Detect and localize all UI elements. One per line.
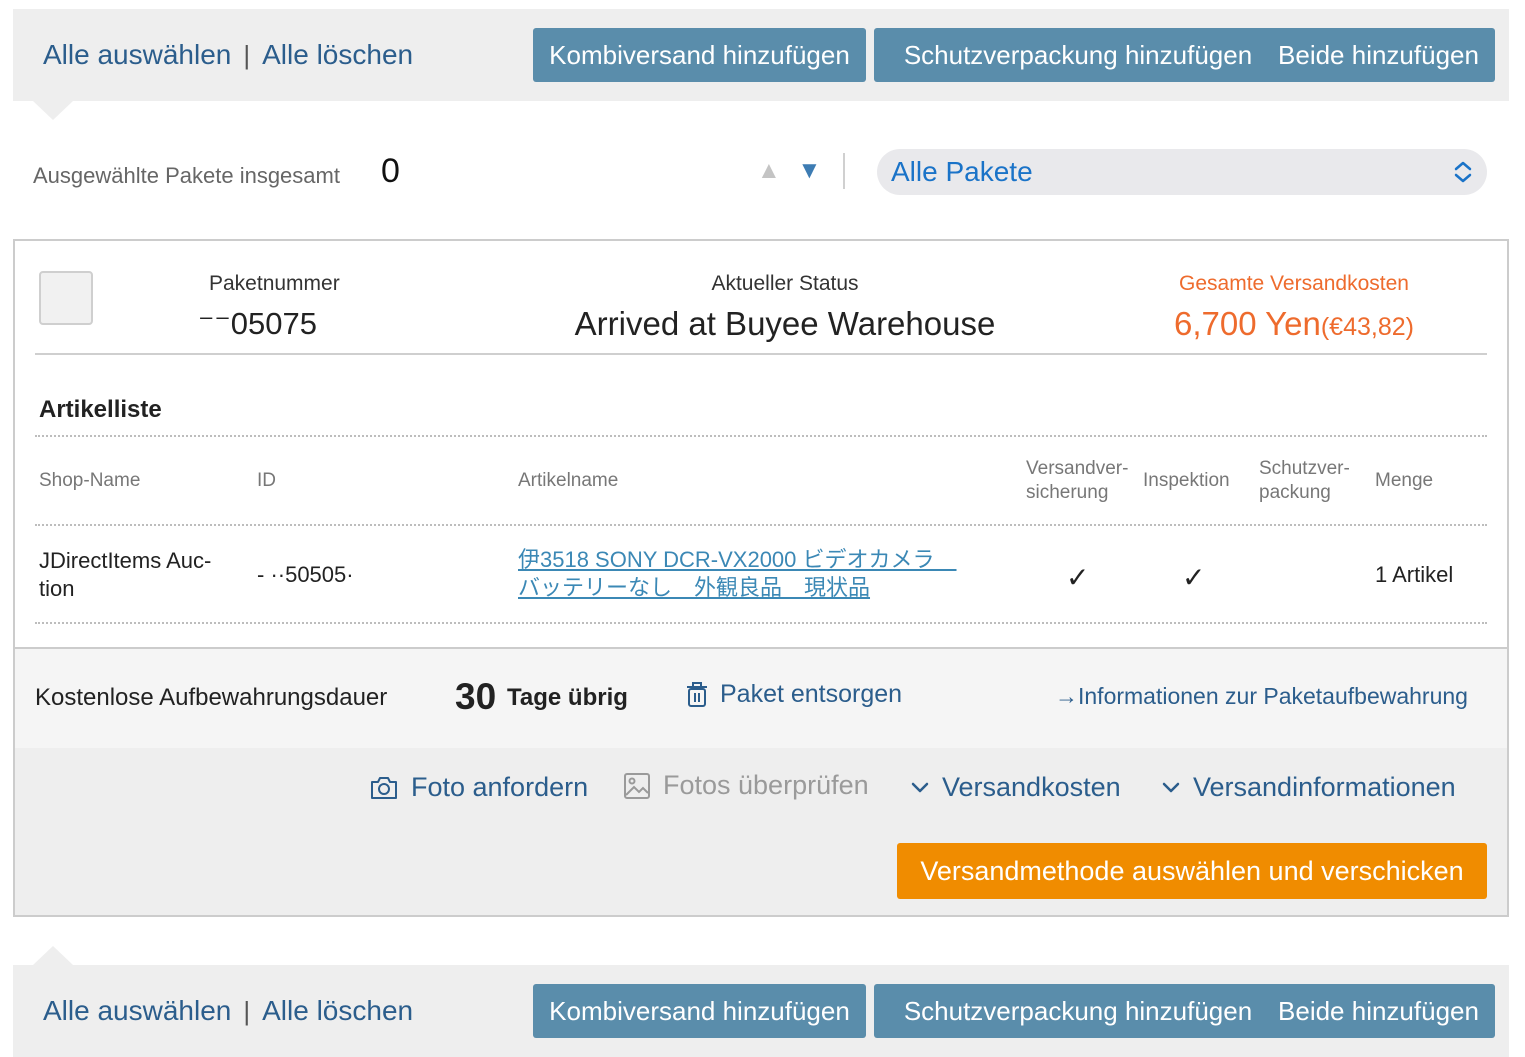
link-separator-bottom: |: [243, 995, 251, 1026]
status-label: Aktueller Status: [711, 272, 859, 295]
add-protective-packaging-button[interactable]: Schutzverpackung hinzufügen: [874, 28, 1282, 82]
package-number-label: Paketnummer: [209, 272, 340, 295]
camera-icon: [371, 776, 397, 799]
table-bottom-divider: [35, 622, 1487, 624]
cost-eur: (€43,82): [1320, 313, 1414, 341]
sort-ascending-icon[interactable]: ▲: [757, 157, 781, 184]
divider: [843, 153, 845, 189]
status-value: Arrived at Buyee Warehouse: [574, 305, 996, 342]
total-shipping-cost: 6,700 Yen(€43,82): [1150, 305, 1438, 343]
storage-label: Kostenlose Aufbewahrungsdauer: [35, 684, 388, 711]
column-insurance-line2: sicherung: [1026, 482, 1109, 503]
link-separator: |: [243, 39, 251, 70]
selected-total-label: Ausgewählte Pakete insgesamt: [33, 163, 340, 188]
bottom-toolbar: Alle auswählen | Alle löschen Kombiversa…: [13, 965, 1509, 1057]
top-toolbar: Alle auswählen | Alle löschen Kombiversa…: [13, 9, 1509, 101]
column-quantity: Menge: [1375, 470, 1434, 491]
item-id: - ··50505·: [257, 562, 354, 587]
storage-days: 30: [455, 676, 497, 717]
sort-controls: ▲ ▼: [757, 157, 821, 185]
chevron-down-icon: [911, 782, 929, 792]
discard-package-label[interactable]: Paket entsorgen: [720, 680, 902, 709]
item-name-line1[interactable]: 伊3518 SONY DCR-VX2000 ビデオカメラ: [518, 546, 957, 574]
add-combined-shipping-button[interactable]: Kombiversand hinzufügen: [533, 28, 866, 82]
item-list-title: Artikelliste: [39, 396, 162, 423]
clear-all-link-bottom[interactable]: Alle löschen: [262, 995, 413, 1027]
column-item-name: Artikelname: [518, 470, 619, 491]
trash-icon: [687, 681, 707, 707]
clear-all-link[interactable]: Alle löschen: [262, 39, 413, 71]
package-checkbox[interactable]: [39, 271, 93, 325]
add-both-button-bottom[interactable]: Beide hinzufügen: [1262, 984, 1495, 1038]
choose-shipping-and-send-button[interactable]: Versandmethode auswählen und verschicken: [897, 843, 1487, 899]
column-protective-packaging: Schutzver- packung: [1259, 457, 1350, 505]
item-name-link[interactable]: 伊3518 SONY DCR-VX2000 ビデオカメラ バッテリーなし 外観良…: [518, 546, 957, 602]
discard-package-button[interactable]: Paket entsorgen: [686, 680, 902, 709]
toolbar-pointer: [33, 101, 73, 120]
header-divider: [35, 353, 1487, 355]
selection-links-bottom: Alle auswählen | Alle löschen: [43, 965, 413, 1057]
package-filter-value: Alle Pakete: [891, 156, 1033, 187]
column-insurance-line1: Versandver-: [1026, 458, 1129, 479]
add-both-button[interactable]: Beide hinzufügen: [1262, 28, 1495, 82]
shipping-info-label[interactable]: Versandinformationen: [1193, 772, 1456, 803]
item-name-line2[interactable]: バッテリーなし 外観良品 現状品: [518, 574, 957, 602]
total-shipping-cost-label: Gesamte Versandkosten: [1179, 272, 1409, 295]
package-number-value: ⁻⁻05075: [198, 306, 317, 341]
selection-links: Alle auswählen | Alle löschen: [43, 9, 413, 101]
item-list-divider: [35, 435, 1487, 437]
insurance-check-icon: ✓: [1066, 562, 1090, 593]
column-protective-line1: Schutzver-: [1259, 458, 1350, 479]
shipping-info-toggle[interactable]: Versandinformationen: [1161, 772, 1456, 803]
image-icon: [624, 772, 650, 799]
chevron-down-icon: [1162, 782, 1180, 792]
add-combined-shipping-button-bottom[interactable]: Kombiversand hinzufügen: [533, 984, 866, 1038]
cost-yen: 6,700 Yen: [1174, 305, 1321, 342]
column-inspection: Inspektion: [1143, 470, 1230, 491]
item-shop-name: JDirectItems Auc- tion: [39, 547, 211, 603]
column-id: ID: [257, 470, 276, 491]
storage-days-suffix: Tage übrig: [507, 684, 628, 711]
column-protective-line2: packung: [1259, 482, 1331, 503]
request-photo-label[interactable]: Foto anfordern: [411, 772, 588, 803]
column-insurance: Versandver- sicherung: [1026, 457, 1128, 505]
package-filter-select[interactable]: Alle Pakete: [877, 149, 1487, 195]
shipping-cost-toggle[interactable]: Versandkosten: [910, 772, 1121, 803]
column-shop-name: Shop-Name: [39, 470, 141, 491]
sort-descending-icon[interactable]: ▼: [797, 157, 821, 184]
select-all-link[interactable]: Alle auswählen: [43, 39, 231, 71]
selected-total-value: 0: [381, 152, 400, 190]
select-chevron-icon: [1454, 161, 1472, 183]
shipping-cost-label[interactable]: Versandkosten: [942, 772, 1121, 803]
item-quantity: 1 Artikel: [1375, 562, 1454, 587]
item-shop-line2: tion: [39, 576, 75, 601]
table-header-divider: [35, 524, 1487, 526]
toolbar-pointer-bottom: [33, 946, 73, 965]
check-photos-button: Fotos überprüfen: [623, 770, 869, 801]
check-photos-label: Fotos überprüfen: [663, 770, 869, 800]
add-protective-packaging-button-bottom[interactable]: Schutzverpackung hinzufügen: [874, 984, 1282, 1038]
request-photo-button[interactable]: Foto anfordern: [369, 772, 588, 803]
select-all-link-bottom[interactable]: Alle auswählen: [43, 995, 231, 1027]
item-shop-line1: JDirectItems Auc-: [39, 548, 212, 573]
storage-info-link[interactable]: →Informationen zur Paketaufbewahrung: [1055, 683, 1468, 710]
inspection-check-icon: ✓: [1182, 562, 1206, 593]
